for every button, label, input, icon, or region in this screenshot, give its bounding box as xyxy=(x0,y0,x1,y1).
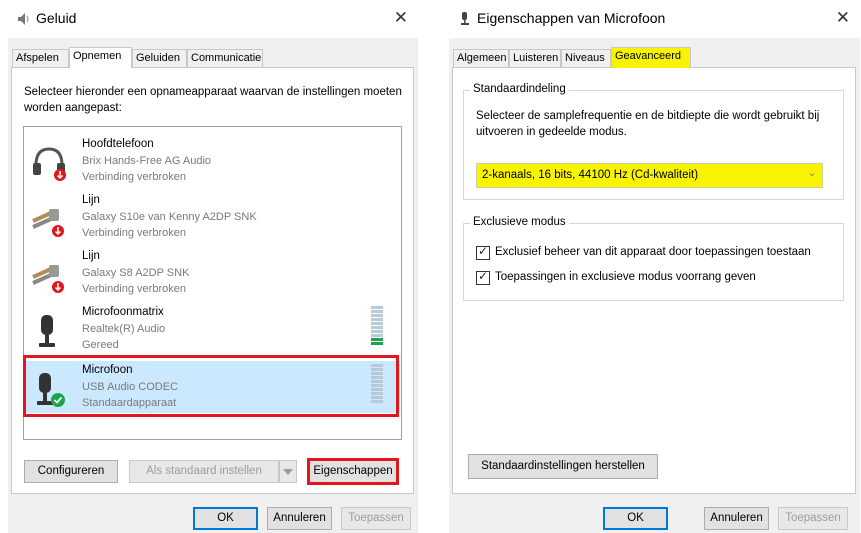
recording-description: Selecteer hieronder een opnameapparaat w… xyxy=(24,86,402,114)
set-default-button[interactable]: Als standaard instellen xyxy=(129,460,279,483)
device-driver: Galaxy S8 A2DP SNK xyxy=(82,267,190,279)
properties-dialog-title: Eigenschappen van Microfoon xyxy=(477,10,666,26)
line-in-cable-icon xyxy=(32,209,64,237)
device-driver: USB Audio CODEC xyxy=(82,381,178,393)
properties-button[interactable]: Eigenschappen xyxy=(307,458,399,485)
input-level-meter xyxy=(371,364,383,408)
checkmark-icon: ✓ xyxy=(478,269,489,283)
ok-button[interactable]: OK xyxy=(603,507,668,530)
tab-geavanceerd[interactable]: Geavanceerd xyxy=(611,47,691,68)
device-driver: Realtek(R) Audio xyxy=(82,323,166,335)
advanced-tab-panel: Standaardindeling Selecteer de samplefre… xyxy=(452,67,856,494)
device-status: Verbinding verbroken xyxy=(82,227,186,239)
exclusive-priority-checkbox[interactable]: ✓ xyxy=(476,269,490,285)
sound-dialog-title: Geluid xyxy=(36,10,77,26)
device-name: Hoofdtelefoon xyxy=(82,138,154,150)
properties-dialog: Eigenschappen van Microfoon ✕ Algemeen L… xyxy=(449,0,860,533)
sound-dialog-titlebar[interactable]: Geluid ✕ xyxy=(8,0,418,38)
tab-luisteren[interactable]: Luisteren xyxy=(509,49,561,67)
device-status: Gereed xyxy=(82,339,119,351)
tab-communicatie[interactable]: Communicatie xyxy=(187,49,263,67)
restore-defaults-button[interactable]: Standaardinstellingen herstellen xyxy=(468,454,658,479)
exclusive-mode-group: Exclusieve modus ✓ Exclusief beheer van … xyxy=(463,216,844,301)
sample-format-select[interactable]: 2-kanaals, 16 bits, 44100 Hz (Cd-kwalite… xyxy=(476,163,823,188)
list-item[interactable]: Hoofdtelefoon Brix Hands-Free AG Audio V… xyxy=(25,135,400,187)
device-driver: Brix Hands-Free AG Audio xyxy=(82,155,212,167)
tab-opnemen[interactable]: Opnemen xyxy=(69,47,132,68)
speaker-icon xyxy=(18,13,29,25)
list-item[interactable]: Lijn Galaxy S8 A2DP SNK Verbinding verbr… xyxy=(25,247,400,299)
cancel-button[interactable]: Annuleren xyxy=(267,507,332,530)
microphone-default-icon xyxy=(37,373,65,407)
default-format-label: Standaardindeling xyxy=(470,83,569,95)
checkmark-icon: ✓ xyxy=(478,244,489,258)
chevron-down-icon: ⌄ xyxy=(807,168,816,179)
tab-algemeen[interactable]: Algemeen xyxy=(453,49,509,67)
device-status: Verbinding verbroken xyxy=(82,283,186,295)
recording-device-list[interactable]: Hoofdtelefoon Brix Hands-Free AG Audio V… xyxy=(23,126,402,440)
headset-icon xyxy=(33,147,66,181)
microphone-icon xyxy=(461,12,469,25)
list-item[interactable]: Microfoonmatrix Realtek(R) Audio Gereed xyxy=(25,303,400,355)
exclusive-mode-label: Exclusieve modus xyxy=(470,216,569,228)
device-name: Microfoonmatrix xyxy=(82,306,164,318)
apply-button[interactable]: Toepassen xyxy=(341,507,411,530)
tab-geluiden[interactable]: Geluiden xyxy=(132,49,187,67)
device-name: Microfoon xyxy=(82,364,133,376)
list-item-selected[interactable]: Microfoon USB Audio CODEC Standaardappar… xyxy=(23,355,400,417)
sample-format-value: 2-kanaals, 16 bits, 44100 Hz (Cd-kwalite… xyxy=(482,169,699,181)
device-name: Lijn xyxy=(82,250,100,262)
tab-afspelen[interactable]: Afspelen xyxy=(12,49,69,67)
cancel-button[interactable]: Annuleren xyxy=(704,507,769,530)
exclusive-control-label[interactable]: Exclusief beheer van dit apparaat door t… xyxy=(495,246,811,258)
tab-niveaus[interactable]: Niveaus xyxy=(561,49,611,67)
exclusive-control-checkbox[interactable]: ✓ xyxy=(476,244,490,260)
selection-highlight-outline xyxy=(23,355,399,417)
default-format-description: Selecteer de samplefrequentie en de bitd… xyxy=(476,110,820,138)
ok-button[interactable]: OK xyxy=(193,507,258,530)
input-level-meter xyxy=(371,306,383,350)
list-item[interactable]: Lijn Galaxy S10e van Kenny A2DP SNK Verb… xyxy=(25,191,400,243)
configure-button[interactable]: Configureren xyxy=(24,460,118,483)
device-name: Lijn xyxy=(82,194,100,206)
device-driver: Galaxy S10e van Kenny A2DP SNK xyxy=(82,211,257,223)
set-default-dropdown[interactable] xyxy=(279,460,297,483)
chevron-down-icon xyxy=(283,469,293,475)
sound-dialog: Geluid ✕ Afspelen Opnemen Geluiden Commu… xyxy=(8,0,418,533)
line-in-cable-icon xyxy=(32,265,64,293)
properties-dialog-titlebar[interactable]: Eigenschappen van Microfoon ✕ xyxy=(449,0,860,38)
device-status: Verbinding verbroken xyxy=(82,171,186,183)
apply-button[interactable]: Toepassen xyxy=(778,507,848,530)
close-icon[interactable]: ✕ xyxy=(394,8,408,28)
exclusive-priority-label[interactable]: Toepassingen in exclusieve modus voorran… xyxy=(495,271,756,283)
default-format-group: Standaardindeling Selecteer de samplefre… xyxy=(463,83,844,200)
close-icon[interactable]: ✕ xyxy=(836,8,850,28)
device-status: Standaardapparaat xyxy=(82,397,177,409)
microphone-icon xyxy=(39,315,55,347)
recording-tab-panel: Selecteer hieronder een opnameapparaat w… xyxy=(11,67,414,494)
